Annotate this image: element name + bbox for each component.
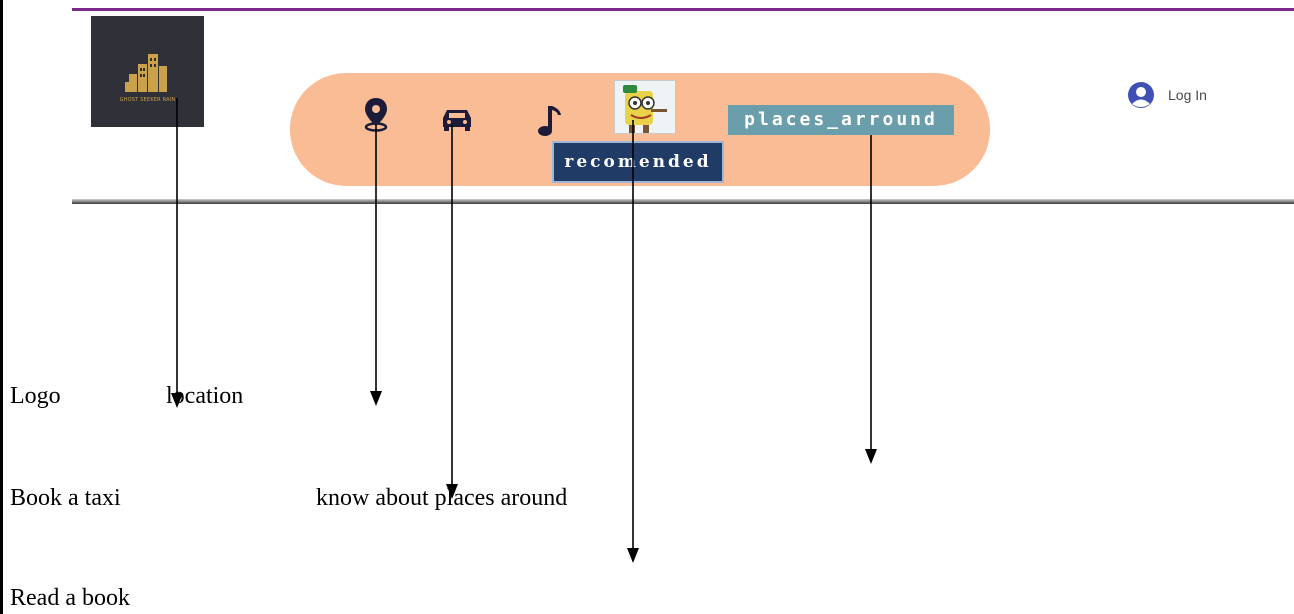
annotation-location: location bbox=[166, 383, 244, 409]
arrowhead-recommended bbox=[627, 548, 639, 563]
annotation-taxi: Book a taxi bbox=[10, 485, 121, 511]
annotation-book: Read a book bbox=[10, 585, 130, 611]
arrowhead-location bbox=[370, 391, 382, 406]
annotation-places: know about places around bbox=[316, 485, 568, 511]
annotation-arrows bbox=[171, 98, 877, 563]
annotation-logo: Logo bbox=[10, 383, 61, 409]
arrowhead-places bbox=[865, 449, 877, 464]
